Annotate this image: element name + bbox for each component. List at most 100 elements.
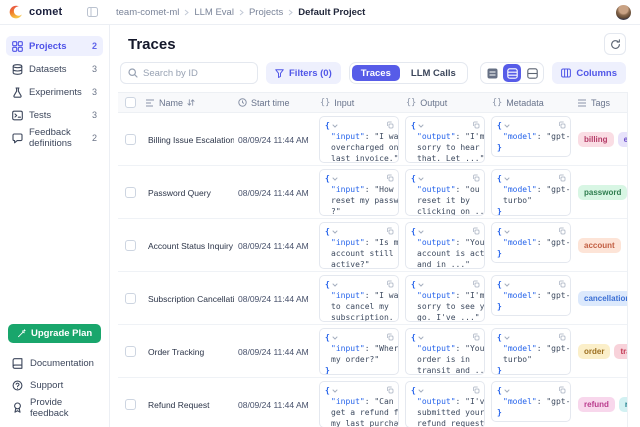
search-input[interactable] (143, 68, 250, 79)
row-checkbox[interactable] (125, 293, 136, 304)
output-json-cell[interactable]: {"output": "I'msorry to see yougo. I've … (405, 275, 485, 322)
copy-icon[interactable] (472, 386, 480, 394)
copy-icon[interactable] (558, 333, 566, 341)
copy-icon[interactable] (558, 174, 566, 182)
copy-icon[interactable] (386, 174, 394, 182)
copy-icon[interactable] (472, 174, 480, 182)
trace-tags: refund request (574, 397, 627, 412)
trace-name[interactable]: Account Status Inquiry (142, 241, 234, 251)
sidebar-item-documentation[interactable]: Documentation (6, 354, 103, 373)
copy-icon[interactable] (472, 121, 480, 129)
row-checkbox[interactable] (125, 399, 136, 410)
refresh-button[interactable] (604, 33, 626, 55)
breadcrumb-projects[interactable]: Projects (249, 7, 283, 18)
copy-icon[interactable] (558, 121, 566, 129)
row-checkbox[interactable] (125, 346, 136, 357)
output-json-cell[interactable]: {"output": "ou canreset it byclicking on… (405, 169, 485, 216)
input-json-cell[interactable]: {"input": "Can Iget a refund formy last … (319, 381, 399, 427)
table-row[interactable]: Billing Issue Escalation08/09/24 11:44 A… (118, 113, 627, 166)
tab-llm-calls[interactable]: LLM Calls (402, 65, 465, 81)
tag-pill[interactable]: password (578, 185, 627, 200)
sidebar-item-tests[interactable]: Tests 3 (6, 105, 103, 125)
table-row[interactable]: Order Tracking08/09/24 11:44 AM{"input":… (118, 325, 627, 378)
input-json-cell[interactable]: {"input": "I wasovercharged on mylast in… (319, 116, 399, 163)
sidebar-item-feedback-definitions[interactable]: Feedback definitions 2 (6, 128, 103, 148)
copy-icon[interactable] (472, 227, 480, 235)
sidebar-item-datasets[interactable]: Datasets 3 (6, 59, 103, 79)
trace-name[interactable]: Billing Issue Escalation (142, 135, 234, 145)
tag-pill[interactable]: cancellation (578, 291, 627, 306)
sidebar-collapse-icon[interactable] (87, 7, 98, 17)
columns-button[interactable]: Columns (552, 62, 626, 84)
breadcrumb-workspace[interactable]: team-comet-ml (116, 7, 179, 18)
copy-icon[interactable] (386, 227, 394, 235)
input-json-cell[interactable]: {"input": "I wantto cancel mysubscriptio… (319, 275, 399, 322)
sidebar-item-projects[interactable]: Projects 2 (6, 36, 103, 56)
table-row[interactable]: Account Status Inquiry08/09/24 11:44 AM{… (118, 219, 627, 272)
copy-icon[interactable] (386, 386, 394, 394)
copy-icon[interactable] (558, 227, 566, 235)
density-large-button[interactable] (523, 64, 541, 82)
sidebar-item-support[interactable]: Support (6, 376, 103, 395)
metadata-json-cell[interactable]: {"model": "gpt-3.5-turbo"} (491, 328, 571, 375)
metadata-json-cell[interactable]: {"model": "gpt-4o"} (491, 275, 571, 316)
copy-icon[interactable] (558, 386, 566, 394)
metadata-json-cell[interactable]: {"model": "gpt-3.5"} (491, 381, 571, 422)
copy-icon[interactable] (386, 333, 394, 341)
tag-pill[interactable]: refund (578, 397, 615, 412)
row-checkbox[interactable] (125, 187, 136, 198)
tag-pill[interactable]: billing (578, 132, 614, 147)
table-row[interactable]: Password Query08/09/24 11:44 AM{"input":… (118, 166, 627, 219)
column-header-tags[interactable]: Tags (574, 98, 627, 108)
comet-logo[interactable]: comet (9, 5, 81, 20)
row-checkbox[interactable] (125, 134, 136, 145)
trace-name[interactable]: Subscription Cancellation (142, 294, 234, 304)
row-checkbox[interactable] (125, 240, 136, 251)
output-json-cell[interactable]: {"output": "Youraccount is activeand in … (405, 222, 485, 269)
column-header-name[interactable]: Name (142, 98, 234, 108)
database-icon (12, 64, 23, 75)
tab-traces[interactable]: Traces (352, 65, 400, 81)
output-json-cell[interactable]: {"output": "Yourorder is intransit and .… (405, 328, 485, 375)
column-header-metadata[interactable]: {} Metadata (488, 98, 574, 108)
avatar[interactable] (616, 5, 631, 20)
tag-pill[interactable]: request (619, 397, 627, 412)
main-content: Traces Filters (0) Traces (110, 25, 640, 427)
select-all-checkbox[interactable] (125, 97, 136, 108)
input-json-cell[interactable]: {"input": "How do Ireset my password?"} (319, 169, 399, 216)
help-icon (12, 380, 23, 391)
column-header-start-time[interactable]: Start time (234, 98, 316, 108)
tag-pill[interactable]: account (578, 238, 621, 253)
metadata-json-cell[interactable]: {"model": "gpt-4o"} (491, 116, 571, 157)
density-compact-button[interactable] (483, 64, 501, 82)
tag-pill[interactable]: order (578, 344, 610, 359)
metadata-json-cell[interactable]: {"model": "gpt-3.5-turbo"} (491, 169, 571, 216)
tag-pill[interactable]: tracking (614, 344, 627, 359)
filters-button[interactable]: Filters (0) (266, 62, 341, 84)
table-row[interactable]: Subscription Cancellation08/09/24 11:44 … (118, 272, 627, 325)
tag-pill[interactable]: escalation (618, 132, 627, 147)
copy-icon[interactable] (386, 280, 394, 288)
column-header-output[interactable]: {} Output (402, 98, 488, 108)
sidebar-item-experiments[interactable]: Experiments 3 (6, 82, 103, 102)
copy-icon[interactable] (472, 280, 480, 288)
trace-name[interactable]: Refund Request (142, 400, 234, 410)
density-medium-button[interactable] (503, 64, 521, 82)
upgrade-plan-button[interactable]: Upgrade Plan (8, 324, 101, 343)
breadcrumb-project-group[interactable]: LLM Eval (194, 7, 234, 18)
copy-icon[interactable] (386, 121, 394, 129)
comet-flame-icon (9, 5, 24, 20)
input-json-cell[interactable]: {"input": "Is myaccount stillactive?"} (319, 222, 399, 269)
copy-icon[interactable] (558, 280, 566, 288)
input-json-cell[interactable]: {"input": "Where'smy order?"} (319, 328, 399, 375)
output-json-cell[interactable]: {"output": "I'vesubmitted yourrefund req… (405, 381, 485, 427)
copy-icon[interactable] (472, 333, 480, 341)
trace-name[interactable]: Password Query (142, 188, 234, 198)
metadata-json-cell[interactable]: {"model": "gpt-3.5"} (491, 222, 571, 263)
table-row[interactable]: Refund Request08/09/24 11:44 AM{"input":… (118, 378, 627, 427)
output-json-cell[interactable]: {"output": "I'msorry to hearthat. Let ..… (405, 116, 485, 163)
search-box[interactable] (120, 62, 258, 84)
column-header-input[interactable]: {} Input (316, 98, 402, 108)
sidebar-item-provide-feedback[interactable]: Provide feedback (6, 398, 103, 417)
trace-name[interactable]: Order Tracking (142, 347, 234, 357)
